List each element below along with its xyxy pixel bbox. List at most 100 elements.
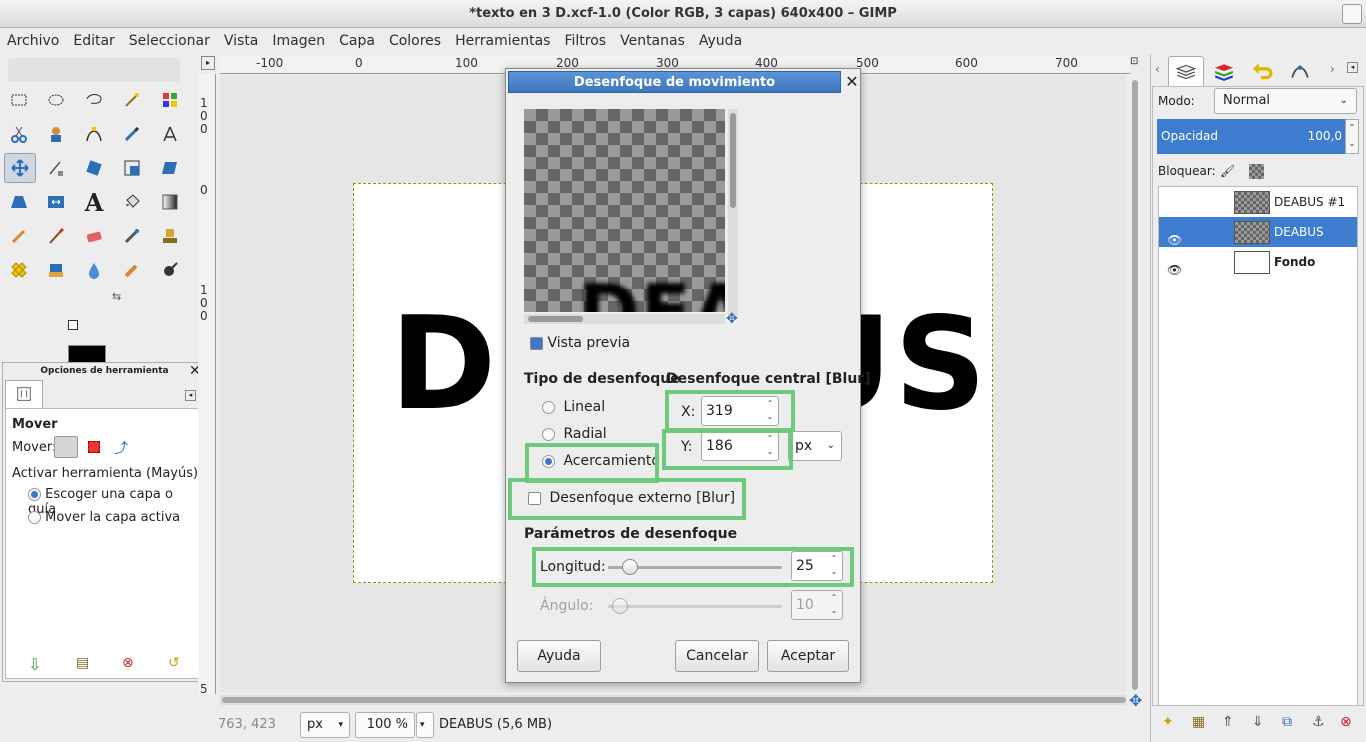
gradient-icon[interactable] <box>156 188 184 216</box>
dock-menu-icon[interactable]: ◂ <box>1347 62 1358 73</box>
move-active-layer-radio[interactable] <box>28 511 41 524</box>
paths-icon[interactable] <box>80 120 108 148</box>
opacity-slider[interactable]: Opacidad 100,0 <box>1157 119 1346 154</box>
menu-seleccionar[interactable]: Seleccionar <box>129 33 210 49</box>
pick-layer-radio[interactable] <box>28 488 41 501</box>
transform-icon[interactable] <box>80 154 108 182</box>
color-picker-icon[interactable] <box>118 120 146 148</box>
unit-dropdown[interactable]: px ⌄ <box>788 431 842 461</box>
ellipse-select-icon[interactable] <box>42 86 70 114</box>
menu-colores[interactable]: Colores <box>389 33 441 49</box>
move-tool-icon[interactable] <box>4 153 36 183</box>
layer-row-selected[interactable]: 👁 DEABUS <box>1159 217 1357 247</box>
preview-checkbox[interactable] <box>530 336 543 350</box>
move-path-mode-button[interactable]: ⤴ <box>114 438 128 458</box>
menu-filtros[interactable]: Filtros <box>564 33 606 49</box>
radial-radio[interactable] <box>542 427 555 441</box>
smudge-icon[interactable] <box>118 256 146 284</box>
ruler-left[interactable]: 1 0 0 0 1 0 0 5 <box>198 74 216 696</box>
dock-next-icon[interactable]: › <box>1330 62 1335 76</box>
eraser-icon[interactable] <box>80 222 108 250</box>
cancel-button[interactable]: Cancelar <box>675 640 759 672</box>
shear-icon[interactable] <box>156 154 184 182</box>
menu-capa[interactable]: Capa <box>339 33 375 49</box>
tab-undo-history[interactable] <box>1244 56 1280 86</box>
tool-options-menu-icon[interactable]: ◂ <box>185 390 196 401</box>
tool-options-tab[interactable] <box>5 380 43 408</box>
vertical-scroll-thumb[interactable] <box>1132 80 1138 690</box>
lock-alpha-icon[interactable] <box>1249 164 1264 179</box>
menu-vista[interactable]: Vista <box>224 33 259 49</box>
angle-slider[interactable] <box>608 605 782 608</box>
dodge-burn-icon[interactable] <box>156 256 184 284</box>
menu-herramientas[interactable]: Herramientas <box>455 33 550 49</box>
menu-imagen[interactable]: Imagen <box>272 33 325 49</box>
perspective-clone-icon[interactable] <box>42 256 70 284</box>
delete-options-icon[interactable]: ⊗ <box>122 655 134 671</box>
horizontal-scroll-thumb[interactable] <box>222 697 1126 703</box>
reset-options-icon[interactable]: ↺ <box>168 655 180 671</box>
mode-select[interactable]: Normal ⌄ <box>1214 88 1357 114</box>
scissors-icon[interactable] <box>5 120 33 148</box>
move-selection-mode-button[interactable] <box>88 441 100 453</box>
menu-ayuda[interactable]: Ayuda <box>699 33 742 49</box>
image-menu-icon[interactable]: ▸ <box>201 56 215 70</box>
help-button[interactable]: Ayuda <box>517 640 601 672</box>
airbrush-icon[interactable] <box>118 222 146 250</box>
zoom-toggle-icon[interactable]: ⊡ <box>1130 56 1142 70</box>
rect-select-icon[interactable] <box>5 86 33 114</box>
blur-icon[interactable] <box>80 256 108 284</box>
tab-layers[interactable] <box>1168 56 1204 86</box>
zoom-dropdown-icon[interactable]: ▾ <box>416 712 434 738</box>
blur-type-radial[interactable]: Radial <box>542 426 607 442</box>
default-colors-icon[interactable] <box>68 320 78 330</box>
raise-layer-icon[interactable]: ⇑ <box>1222 714 1234 730</box>
angle-slider-knob[interactable] <box>612 598 628 614</box>
preview-toggle[interactable]: Vista previa <box>530 335 630 351</box>
heal-icon[interactable] <box>5 256 33 284</box>
menu-archivo[interactable]: Archivo <box>7 33 59 49</box>
new-layer-icon[interactable]: ✦ <box>1162 714 1174 730</box>
menu-editar[interactable]: Editar <box>73 33 114 49</box>
select-by-color-icon[interactable] <box>156 86 184 114</box>
opacity-spin-arrows[interactable]: ⌃ ⌄ <box>1345 119 1359 154</box>
ok-button[interactable]: Aceptar <box>767 640 849 672</box>
move-active-layer-option[interactable]: Mover la capa activa <box>28 510 180 525</box>
anchor-layer-icon[interactable]: ⚓ <box>1312 714 1325 730</box>
preview-vscrollbar[interactable] <box>728 109 738 319</box>
perspective-icon[interactable] <box>5 188 33 216</box>
clone-icon[interactable] <box>156 222 184 250</box>
unit-select[interactable]: px ▾ <box>300 712 350 738</box>
paintbrush-icon[interactable] <box>42 222 70 250</box>
duplicate-layer-icon[interactable]: ⧉ <box>1282 714 1292 730</box>
lasso-icon[interactable] <box>80 86 108 114</box>
save-options-icon[interactable]: ⇩ <box>28 655 41 674</box>
zoom-field[interactable]: 100 % <box>355 712 415 738</box>
dialog-close-icon[interactable]: ✕ <box>844 71 860 93</box>
tab-channels[interactable] <box>1206 56 1242 86</box>
preview-navigate-icon[interactable]: ✥ <box>726 311 738 327</box>
pencil-icon[interactable] <box>5 222 33 250</box>
window-close-button[interactable] <box>1342 4 1362 24</box>
preview-hscrollbar[interactable] <box>524 314 725 324</box>
blur-preview[interactable]: DEA <box>524 109 725 312</box>
scale-icon[interactable] <box>118 154 146 182</box>
text-tool-icon[interactable]: A <box>80 188 108 217</box>
tab-paths[interactable] <box>1282 56 1318 86</box>
foreground-select-icon[interactable] <box>42 120 70 148</box>
move-layer-mode-button[interactable] <box>54 436 78 458</box>
bucket-fill-icon[interactable] <box>118 188 146 216</box>
linear-radio[interactable] <box>542 400 555 414</box>
lower-layer-icon[interactable]: ⇓ <box>1252 714 1264 730</box>
restore-options-icon[interactable]: ▤ <box>76 655 89 671</box>
menu-ventanas[interactable]: Ventanas <box>620 33 685 49</box>
lock-pixels-icon[interactable]: 🖌 <box>1220 164 1235 178</box>
align-icon[interactable] <box>42 154 70 182</box>
eye-icon[interactable]: 👁 <box>1167 255 1182 285</box>
layer-row[interactable]: DEABUS #1 <box>1159 187 1357 217</box>
delete-layer-icon[interactable]: ⊗ <box>1340 714 1352 730</box>
blur-type-linear[interactable]: Lineal <box>542 399 605 415</box>
new-layer-group-icon[interactable]: ▦ <box>1192 714 1205 730</box>
navigate-icon[interactable]: ✥ <box>1129 691 1142 710</box>
measure-icon[interactable] <box>156 120 184 148</box>
